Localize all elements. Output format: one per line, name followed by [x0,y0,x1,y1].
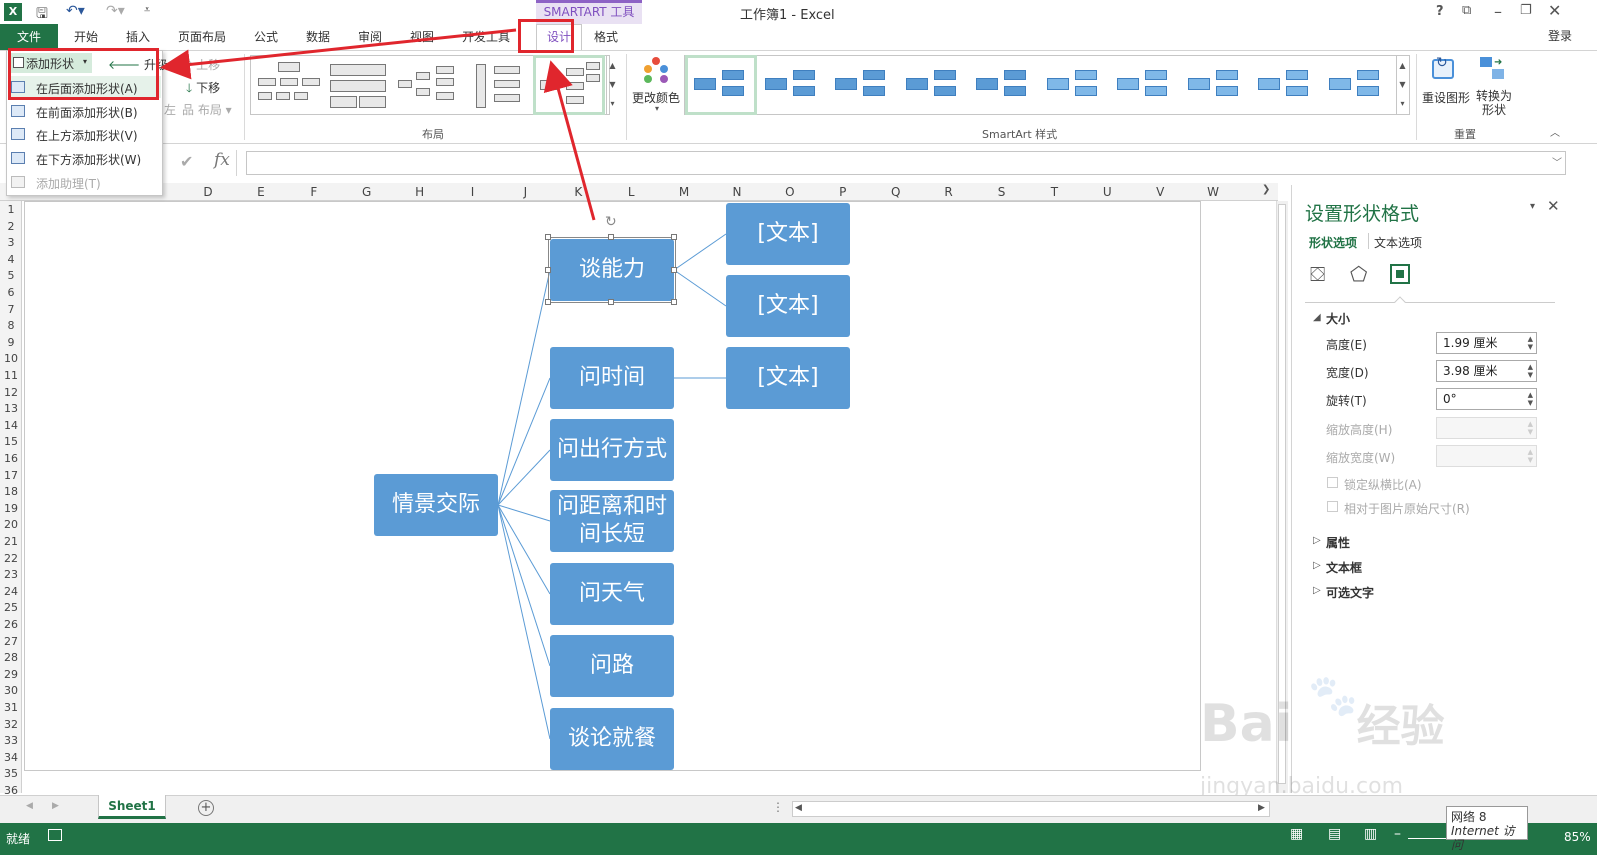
annotation-arrows [160,28,596,221]
